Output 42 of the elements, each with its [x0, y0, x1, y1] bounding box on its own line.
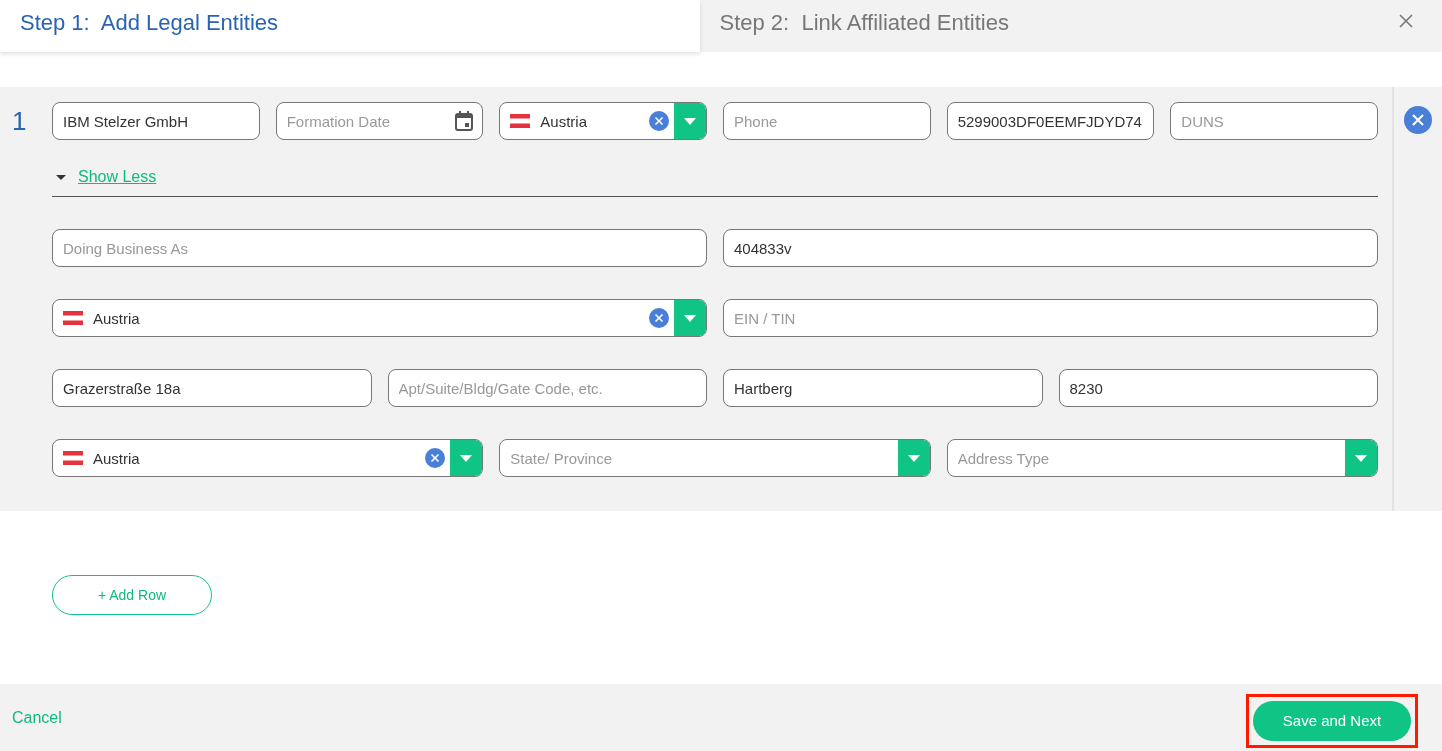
caret-icon [684, 314, 696, 322]
input-field[interactable]: 8230 [1058, 369, 1378, 407]
remove-row-button[interactable] [1404, 106, 1432, 134]
calendar-icon [455, 111, 474, 131]
input-field[interactable]: Doing Business As [52, 229, 707, 267]
caret-icon [907, 454, 920, 462]
select-field[interactable]: Austria [52, 439, 484, 477]
caret-icon [1355, 454, 1367, 462]
dropdown-button[interactable] [674, 103, 706, 139]
clear-button[interactable] [649, 111, 669, 131]
austria-flag-icon [63, 451, 83, 465]
select-field[interactable]: Austria [52, 299, 707, 337]
input-field[interactable]: Apt/Suite/Bldg/Gate Code, etc. [387, 369, 707, 407]
austria-flag-icon [510, 114, 531, 128]
dropdown-button[interactable] [674, 300, 706, 336]
input-field[interactable]: EIN / TIN [723, 299, 1378, 337]
clear-icon [649, 308, 669, 328]
date-field[interactable]: Formation Date [275, 102, 484, 140]
dropdown-button[interactable] [450, 440, 483, 476]
row-number: 1 [11, 105, 28, 138]
clear-button[interactable] [649, 308, 669, 328]
close-icon [1399, 14, 1413, 28]
caret-icon [460, 454, 473, 462]
close-icon [1404, 106, 1432, 134]
input-field[interactable]: 404833v [723, 229, 1378, 267]
dropdown-button[interactable] [1345, 440, 1377, 476]
caret-icon [684, 117, 696, 125]
input-field[interactable]: Hartberg [723, 369, 1043, 407]
step-tab[interactable]: Step 1: Add Legal Entities [0, 0, 700, 52]
input-field[interactable]: DUNS [1170, 102, 1378, 140]
input-field[interactable]: Grazerstraße 18a [52, 369, 372, 407]
select-field[interactable]: Austria [499, 102, 707, 140]
close-button[interactable] [1399, 14, 1413, 28]
input-field[interactable]: IBM Stelzer GmbH [52, 102, 260, 140]
clear-icon [649, 111, 669, 131]
input-field[interactable]: 5299003DF0EEMFJDYD74 [946, 102, 1155, 140]
austria-flag-icon [63, 311, 83, 325]
caret-icon [56, 172, 66, 182]
input-field[interactable]: Phone [723, 102, 931, 140]
clear-button[interactable] [425, 448, 446, 468]
dropdown-button[interactable] [897, 440, 930, 476]
clear-icon [425, 448, 446, 468]
